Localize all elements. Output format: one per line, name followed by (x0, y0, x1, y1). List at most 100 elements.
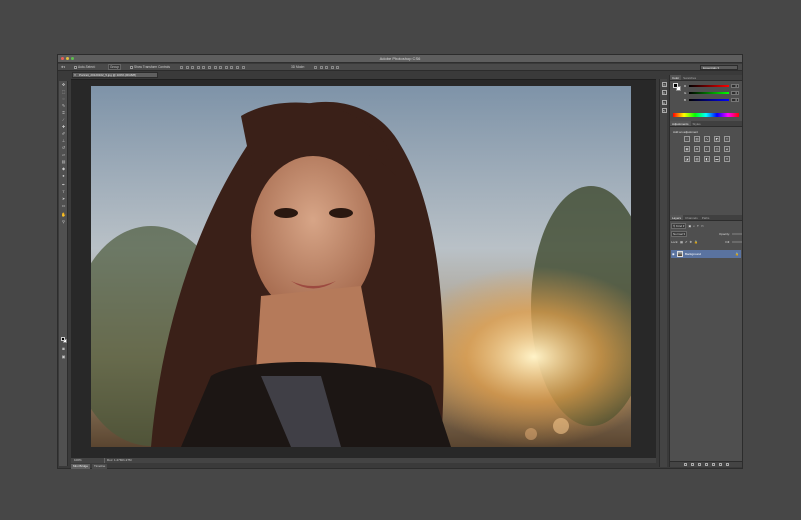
lock-all-icon[interactable]: 🔒 (694, 240, 698, 244)
distribute-right-icon[interactable] (241, 66, 245, 69)
color-spectrum-bar[interactable] (673, 113, 739, 117)
zoom-level[interactable]: 100% (74, 458, 82, 463)
doc-size-info[interactable]: Doc: 1.27M/1.27M (104, 458, 132, 463)
add-mask-icon[interactable] (697, 463, 701, 466)
document-tab[interactable]: × Portrait_20120102_5.jpg @ 100% (RGB/8) (72, 72, 158, 78)
exposure-icon[interactable]: ◩ (714, 136, 720, 142)
tab-channels[interactable]: Channels (683, 215, 700, 220)
gradient-tool[interactable]: ▤ (61, 160, 66, 164)
opacity-field[interactable] (732, 232, 742, 235)
green-slider[interactable] (689, 92, 729, 94)
quick-select-tool[interactable]: ✎ (61, 104, 66, 108)
levels-icon[interactable]: ▥ (694, 136, 700, 142)
new-group-icon[interactable] (711, 463, 715, 466)
tab-mini-bridge[interactable]: Mini Bridge (71, 464, 91, 469)
character-panel-icon[interactable]: A (661, 100, 667, 105)
align-vcenter-icon[interactable] (185, 66, 189, 69)
threshold-icon[interactable]: ◧ (704, 156, 710, 162)
align-hcenter-icon[interactable] (202, 66, 206, 69)
brightness-contrast-icon[interactable]: ☼ (684, 136, 690, 142)
red-slider[interactable] (689, 85, 729, 87)
type-tool[interactable]: T (61, 190, 66, 194)
blur-tool[interactable]: ◆ (61, 167, 66, 171)
channel-mixer-icon[interactable]: ◈ (724, 146, 730, 152)
eraser-tool[interactable]: ▱ (61, 153, 66, 157)
distribute-hcenter-icon[interactable] (235, 66, 239, 69)
move-tool[interactable]: ✥ (61, 83, 66, 87)
distribute-vcenter-icon[interactable] (219, 66, 223, 69)
path-select-tool[interactable]: ➤ (61, 197, 66, 201)
photo-filter-icon[interactable]: ◎ (714, 146, 720, 152)
paragraph-panel-icon[interactable]: ¶ (661, 108, 667, 113)
eyedropper-tool[interactable]: ⁄ (61, 118, 66, 122)
pen-tool[interactable]: ✒ (61, 183, 66, 187)
lock-position-icon[interactable]: ✥ (690, 240, 693, 244)
filter-shape-icon[interactable]: ▭ (701, 224, 704, 228)
zoom-tool[interactable]: ⚲ (61, 220, 66, 224)
tab-layers[interactable]: Layers (670, 215, 684, 220)
blue-slider[interactable] (689, 99, 729, 101)
gradient-map-icon[interactable]: ▬ (714, 156, 720, 162)
align-right-icon[interactable] (207, 66, 211, 69)
invert-icon[interactable]: ◪ (684, 156, 690, 162)
tab-timeline[interactable]: Timeline (92, 464, 108, 469)
selective-color-icon[interactable]: ✕ (724, 156, 730, 162)
lock-transparent-icon[interactable]: ▦ (680, 240, 683, 244)
layer-background[interactable]: ◉ Background 🔒 (671, 250, 741, 258)
delete-layer-icon[interactable] (725, 463, 729, 466)
new-layer-icon[interactable] (718, 463, 722, 466)
tab-swatches[interactable]: Swatches (681, 75, 698, 80)
show-transform-checkbox[interactable]: Show Transform Controls (130, 65, 170, 70)
layer-style-icon[interactable] (690, 463, 694, 466)
slide-3d-icon[interactable] (330, 66, 334, 69)
scale-3d-icon[interactable] (336, 66, 340, 69)
align-top-icon[interactable] (180, 66, 183, 69)
brush-tool[interactable]: ✐ (61, 132, 66, 136)
lock-image-icon[interactable]: ✐ (685, 240, 688, 244)
document-image-portrait[interactable] (91, 86, 631, 447)
filter-pixel-icon[interactable]: ▣ (688, 224, 691, 228)
vibrance-icon[interactable]: ▽ (724, 136, 730, 142)
clone-stamp-tool[interactable]: ⊥ (61, 139, 66, 143)
red-value-field[interactable]: 0 (731, 84, 739, 88)
align-bottom-icon[interactable] (191, 66, 195, 69)
posterize-icon[interactable]: ▨ (694, 156, 700, 162)
link-layers-icon[interactable] (683, 463, 687, 466)
history-brush-tool[interactable]: ↺ (61, 146, 66, 150)
lasso-tool[interactable]: ◌ (61, 97, 66, 101)
blue-value-field[interactable]: 0 (731, 98, 739, 102)
close-document-icon[interactable]: × (74, 73, 76, 77)
healing-brush-tool[interactable]: ✚ (61, 125, 66, 129)
distribute-left-icon[interactable] (230, 66, 234, 69)
color-balance-icon[interactable]: ⚖ (694, 146, 700, 152)
hue-saturation-icon[interactable]: ▦ (684, 146, 690, 152)
dodge-tool[interactable]: ● (61, 174, 66, 178)
color-panel-foreground-swatch[interactable] (673, 83, 678, 88)
new-adjustment-icon[interactable] (704, 463, 708, 466)
green-value-field[interactable]: 0 (731, 91, 739, 95)
properties-panel-icon[interactable]: ≡ (661, 90, 667, 95)
shape-tool[interactable]: ▭ (61, 204, 66, 208)
filter-adjust-icon[interactable]: ◐ (693, 224, 695, 228)
layer-kind-filter[interactable]: ⚲ Kind ▾ (671, 222, 687, 229)
filter-type-icon[interactable]: T (697, 224, 699, 228)
screen-mode-icon[interactable]: ▣ (61, 355, 66, 359)
fill-field[interactable] (732, 240, 742, 243)
crop-tool[interactable]: ⌗ (61, 111, 66, 115)
history-panel-icon[interactable]: ◷ (661, 82, 667, 87)
tab-adjustments[interactable]: Adjustments (670, 121, 691, 126)
auto-select-checkbox[interactable]: Auto-Select: (74, 65, 95, 70)
tab-paths[interactable]: Paths (700, 215, 712, 220)
tab-styles[interactable]: Styles (691, 121, 703, 126)
quick-mask-icon[interactable]: ◙ (61, 347, 66, 351)
workspace-dropdown[interactable]: Essentials ▾ (700, 65, 738, 70)
marquee-tool[interactable]: ⬚ (61, 90, 66, 94)
auto-select-dropdown[interactable]: Group (108, 64, 121, 70)
curves-icon[interactable]: ∿ (704, 136, 710, 142)
rotate-3d-icon[interactable] (314, 66, 317, 69)
distribute-bottom-icon[interactable] (224, 66, 228, 69)
hand-tool[interactable]: ✋ (61, 213, 66, 217)
blend-mode-dropdown[interactable]: Normal ▾ (671, 230, 688, 237)
roll-3d-icon[interactable] (319, 66, 323, 69)
foreground-color-swatch[interactable] (61, 337, 65, 341)
